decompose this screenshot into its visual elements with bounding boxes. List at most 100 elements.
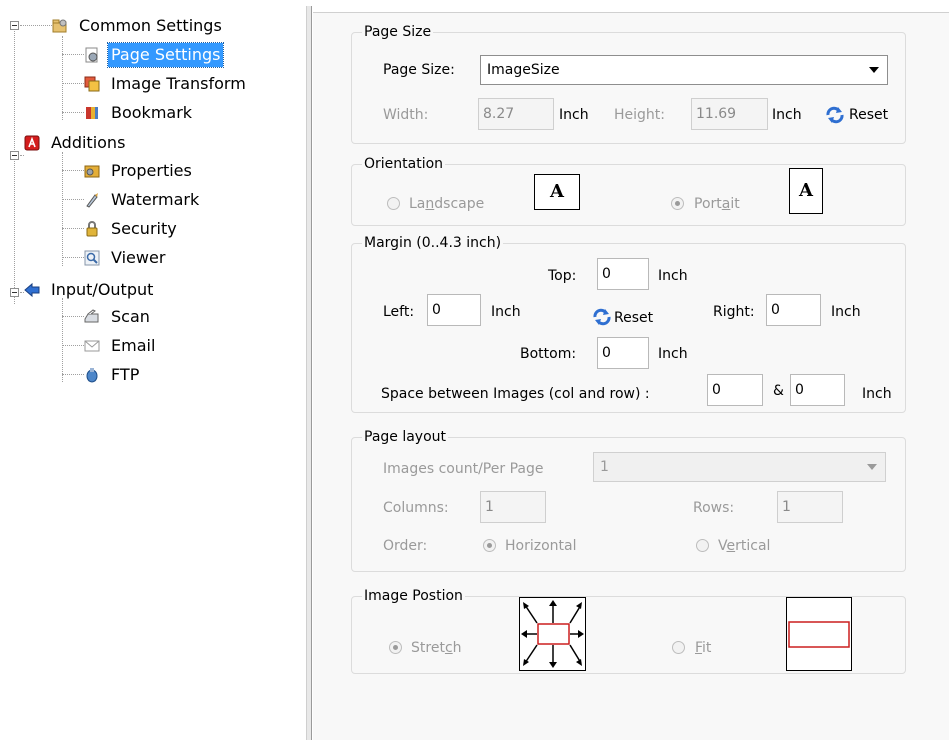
space-unit: Inch: [862, 386, 892, 402]
tree-connector: [62, 199, 84, 200]
horizontal-label: Horizontal: [505, 538, 577, 554]
collapse-toggle-common[interactable]: [10, 21, 19, 30]
vertical-radio[interactable]: [696, 539, 709, 552]
bottom-unit: Inch: [658, 346, 688, 362]
page-size-value: ImageSize: [487, 62, 560, 78]
margin-top-field[interactable]: 0: [597, 258, 649, 290]
refresh-icon: [593, 308, 611, 326]
panel-top-strip: [313, 0, 949, 13]
pane-splitter[interactable]: [306, 6, 312, 740]
width-unit: Inch: [559, 107, 589, 123]
tree-root-line: [14, 28, 15, 304]
tree-label: Security: [111, 219, 177, 238]
width-label: Width:: [383, 107, 429, 123]
portrait-page-icon: A: [789, 168, 823, 214]
horizontal-radio[interactable]: [483, 539, 496, 552]
image-transform-icon: [84, 76, 100, 92]
email-icon: [84, 340, 100, 352]
tree-connector: [20, 25, 56, 26]
landscape-label: Landscape: [409, 196, 485, 212]
height-unit: Inch: [772, 107, 802, 123]
lock-icon: [86, 221, 98, 237]
width-field[interactable]: 8.27: [478, 98, 554, 130]
height-label: Height:: [614, 107, 665, 123]
tree-label: Common Settings: [79, 16, 222, 35]
properties-icon: [84, 165, 100, 178]
group-title: Page layout: [362, 428, 449, 446]
tree-label: Additions: [51, 133, 126, 152]
tree-connector: [62, 257, 84, 258]
tree-label: Viewer: [111, 248, 166, 267]
top-label: Top:: [548, 268, 577, 284]
tree-label: FTP: [111, 365, 140, 384]
space-between-label: Space between Images (col and row) :: [381, 386, 650, 402]
tree-connector: [62, 54, 84, 55]
chevron-down-icon: [867, 464, 877, 470]
left-unit: Inch: [491, 304, 521, 320]
page-size-group: Page Size: [351, 23, 906, 144]
fit-radio[interactable]: [672, 641, 685, 654]
rows-field[interactable]: 1: [777, 491, 843, 523]
icon-letter: A: [799, 180, 813, 201]
page-settings-icon: [85, 47, 98, 63]
tree-label: Watermark: [111, 190, 200, 209]
group-title: Image Postion: [362, 587, 465, 605]
space-and-label: &: [773, 383, 784, 399]
bookmark-icon: [86, 107, 98, 119]
collapse-toggle-input-output[interactable]: [10, 288, 19, 297]
tree-label: Bookmark: [111, 103, 193, 122]
chevron-down-icon: [869, 67, 879, 73]
tree-label: Image Transform: [111, 74, 246, 93]
bottom-label: Bottom:: [520, 346, 577, 362]
tree-label: Properties: [111, 161, 192, 180]
settings-folder-icon: [52, 19, 67, 33]
watermark-icon: [86, 193, 98, 208]
stretch-preview-icon: [519, 597, 586, 671]
tree-branch-line-io: [62, 298, 63, 382]
reset-label: Reset: [849, 107, 889, 123]
rows-label: Rows:: [693, 500, 735, 516]
margin-left-field[interactable]: 0: [427, 294, 481, 326]
order-label: Order:: [383, 538, 428, 554]
tree-connector: [62, 83, 84, 84]
tree-connector: [62, 345, 84, 346]
page-size-dropdown[interactable]: ImageSize: [480, 55, 888, 85]
space-row-field[interactable]: 0: [790, 374, 845, 406]
images-count-value: 1: [600, 459, 609, 475]
space-col-field[interactable]: 0: [707, 374, 763, 406]
group-title: Margin (0..4.3 inch): [362, 234, 504, 252]
stretch-radio[interactable]: [389, 641, 402, 654]
collapse-toggle-additions[interactable]: [10, 151, 19, 160]
group-title: Page Size: [362, 23, 434, 41]
tree-connector: [62, 170, 84, 171]
group-title: Orientation: [362, 155, 446, 173]
refresh-icon: [826, 106, 844, 124]
images-count-dropdown[interactable]: 1: [593, 452, 886, 482]
fit-label: Fit: [695, 640, 712, 656]
margin-bottom-field[interactable]: 0: [597, 337, 649, 369]
page-size-label: Page Size:: [383, 62, 455, 78]
landscape-radio[interactable]: [387, 197, 400, 210]
reset-label: Reset: [614, 310, 654, 326]
right-label: Right:: [713, 304, 755, 320]
portrait-radio[interactable]: [671, 197, 684, 210]
tree-label: Scan: [111, 307, 150, 326]
scanner-icon: [84, 309, 99, 323]
tree-branch-line-common: [62, 36, 63, 120]
tree-connector: [62, 316, 84, 317]
tree-label: Input/Output: [51, 280, 154, 299]
ftp-icon: [86, 368, 98, 383]
arrow-left-icon: [24, 282, 40, 298]
height-field[interactable]: 11.69: [691, 98, 768, 130]
right-unit: Inch: [831, 304, 861, 320]
tree-connector: [62, 112, 84, 113]
icon-letter: A: [550, 181, 564, 202]
viewer-icon: [84, 250, 100, 266]
columns-label: Columns:: [383, 500, 449, 516]
left-label: Left:: [383, 304, 415, 320]
pdf-additions-icon: [24, 135, 40, 151]
tree-connector: [20, 155, 24, 156]
margin-right-field[interactable]: 0: [766, 294, 821, 326]
columns-field[interactable]: 1: [480, 491, 546, 523]
tree-connector: [62, 374, 84, 375]
